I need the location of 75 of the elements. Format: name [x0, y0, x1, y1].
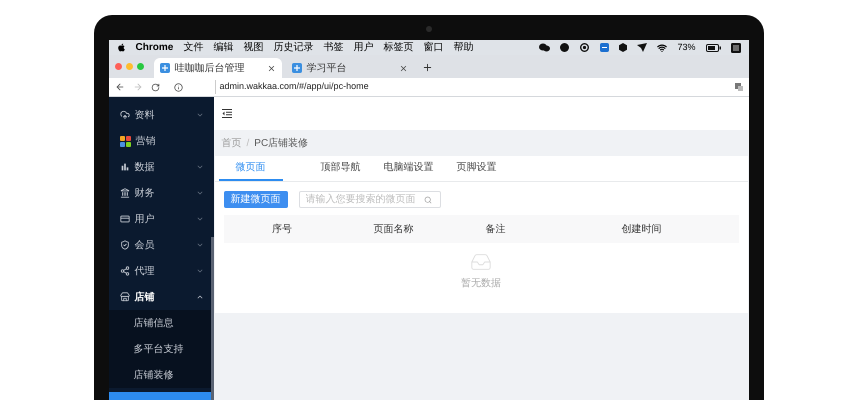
menu-label: 代理	[134, 264, 156, 278]
menu-label: 数据	[134, 160, 156, 174]
menu-label: 会员	[134, 238, 156, 252]
close-icon[interactable]	[266, 64, 276, 72]
battery-percent: 73%	[677, 40, 696, 54]
chat-bubbles-icon[interactable]	[539, 43, 550, 52]
site-favicon-icon	[160, 63, 170, 73]
site-favicon-icon	[292, 63, 302, 73]
column-header: 创建时间	[620, 222, 662, 236]
wifi-icon[interactable]	[657, 42, 668, 52]
new-tab-icon[interactable]	[422, 62, 432, 73]
url-field[interactable]: admin.wakkaa.com/#/app/ui/pc-home	[214, 80, 726, 94]
circle-icon[interactable]	[560, 43, 570, 52]
content-tab[interactable]: 顶部导航	[308, 156, 372, 181]
menu-label: 资料	[134, 108, 156, 122]
sidebar-menu-item[interactable]: 数据	[108, 154, 214, 180]
square-icon[interactable]	[600, 43, 610, 52]
search-icon[interactable]	[424, 196, 432, 204]
scrollbar-thumb[interactable]	[210, 237, 214, 400]
sidebar-menu-item[interactable]: 用户	[108, 206, 214, 232]
menu-item[interactable]: 文件	[183, 40, 204, 55]
tab-title: 哇咖咖后台管理	[174, 62, 246, 76]
bank-icon	[120, 188, 130, 198]
reload-icon[interactable]	[150, 82, 160, 92]
card-icon	[120, 214, 130, 224]
menu-label: 营销	[136, 134, 156, 148]
app-menu[interactable]: Chrome	[136, 40, 174, 55]
cloud-upload-icon	[120, 110, 130, 120]
menu-item[interactable]: 窗口	[423, 40, 444, 55]
share-icon	[120, 266, 130, 276]
bar-chart-icon	[120, 162, 130, 172]
shield-icon	[120, 240, 130, 250]
battery-icon[interactable]	[706, 44, 720, 52]
breadcrumb-separator: /	[246, 136, 250, 150]
submenu-item[interactable]: 店铺信息	[108, 310, 210, 336]
column-header: 序号	[270, 222, 293, 236]
translate-icon[interactable]	[734, 83, 742, 91]
camera-icon	[426, 26, 432, 32]
content-tab[interactable]: 页脚设置	[444, 156, 508, 181]
menu-item[interactable]: 标签页	[383, 40, 414, 55]
rings-icon[interactable]	[579, 43, 590, 52]
submenu-item[interactable]: 多平台支持	[108, 336, 210, 362]
column-header: 页面名称	[372, 222, 415, 236]
menu-item[interactable]: 历史记录	[273, 40, 314, 55]
browser-tab[interactable]: 学习平台	[286, 58, 414, 78]
menu-label: 用户	[134, 212, 156, 226]
empty-text: 暂无数据	[461, 276, 501, 291]
menu-item[interactable]: 视图	[243, 40, 264, 55]
apple-logo-icon	[116, 43, 126, 52]
colorful-grid-icon	[120, 136, 130, 146]
breadcrumb-current: PC店铺装修	[254, 136, 308, 150]
collapse-menu-icon[interactable]	[222, 109, 232, 118]
store-icon	[120, 292, 130, 302]
menu-item[interactable]: 帮助	[453, 40, 474, 55]
browser-tab[interactable]: 哇咖咖后台管理	[154, 58, 282, 78]
sidebar-menu-item[interactable]: 代理	[108, 258, 214, 284]
menu-item[interactable]: 书签	[323, 40, 344, 55]
tab-title: 学习平台	[306, 62, 348, 76]
back-icon[interactable]	[114, 82, 124, 92]
sidebar-menu-item[interactable]: 财务	[108, 180, 214, 206]
content-tab[interactable]: 电脑端设置	[376, 156, 440, 181]
sidebar-menu-item[interactable]: 店铺	[108, 284, 214, 310]
sidebar-menu-item[interactable]: 会员	[108, 232, 214, 258]
close-icon[interactable]	[398, 64, 408, 72]
menu-label: 财务	[134, 186, 156, 200]
menu-item[interactable]: 编辑	[213, 40, 234, 55]
menu-label: 店铺	[134, 290, 156, 304]
column-header: 备注	[484, 222, 507, 236]
search-field[interactable]: 请输入您要搜索的微页面	[298, 191, 440, 208]
submenu-item[interactable]: 店铺装修	[108, 362, 210, 388]
menu-item[interactable]: 用户	[353, 40, 374, 55]
info-icon[interactable]	[174, 82, 182, 92]
sidebar-menu-item[interactable]: 资料	[108, 102, 214, 128]
sidebar-menu-item[interactable]: 营销	[108, 128, 214, 154]
hexagon-icon[interactable]	[619, 43, 628, 52]
